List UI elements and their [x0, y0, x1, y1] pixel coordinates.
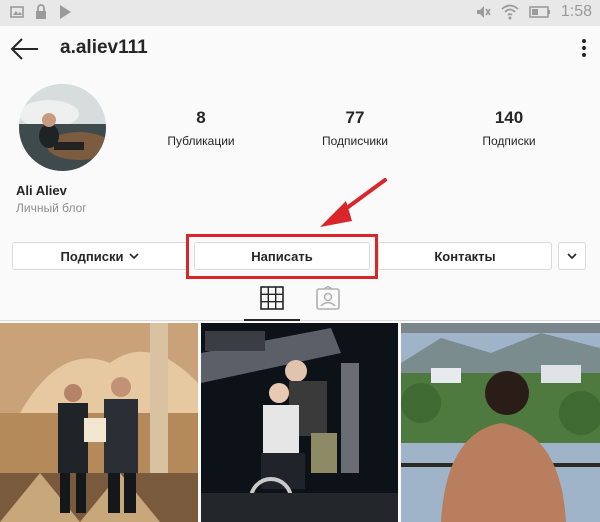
post-thumbnail[interactable] [0, 323, 198, 522]
status-bar: 1:58 [0, 0, 600, 26]
annotation-highlight-box [186, 234, 378, 279]
profile-category: Личный блог [16, 201, 87, 215]
lock-icon [36, 4, 46, 19]
app-bar: a.aliev111 [0, 26, 600, 72]
contacts-button-label: Контакты [434, 248, 496, 264]
following-button-label: Подписки [60, 248, 124, 264]
battery-icon [529, 6, 550, 18]
following-count: 140 [494, 108, 524, 127]
post-thumbnail[interactable] [401, 323, 600, 522]
more-options-icon[interactable] [580, 38, 588, 58]
post-thumbnail[interactable] [201, 323, 398, 522]
stat-following[interactable]: 140 Подписки [454, 108, 564, 148]
mute-icon [476, 6, 491, 18]
suggestions-dropdown-button[interactable] [558, 242, 586, 270]
profile-full-name: Ali Aliev [16, 183, 67, 198]
tab-active-indicator [244, 319, 300, 321]
posts-count: 8 [196, 108, 206, 127]
followers-count: 77 [345, 108, 365, 127]
clock: 1:58 [560, 3, 592, 20]
following-button[interactable]: Подписки [12, 242, 188, 270]
stat-followers[interactable]: 77 Подписчики [300, 108, 410, 148]
grid-icon[interactable] [260, 286, 284, 310]
stat-posts[interactable]: 8 Публикации [146, 108, 256, 148]
play-store-icon [60, 5, 71, 19]
tagged-person-icon[interactable] [316, 286, 340, 310]
chevron-down-icon [567, 253, 577, 260]
avatar[interactable] [19, 84, 106, 171]
followers-label: Подписчики [321, 134, 388, 148]
contacts-button[interactable]: Контакты [378, 242, 552, 270]
profile-username: a.aliev111 [60, 37, 148, 58]
following-label: Подписки [482, 134, 536, 148]
posts-label: Публикации [167, 134, 235, 148]
wifi-icon [501, 4, 519, 20]
tabs-divider [0, 320, 600, 321]
chevron-down-icon [129, 253, 140, 260]
back-arrow-icon[interactable] [10, 36, 40, 62]
image-icon [10, 6, 24, 18]
annotation-arrow [320, 178, 387, 227]
